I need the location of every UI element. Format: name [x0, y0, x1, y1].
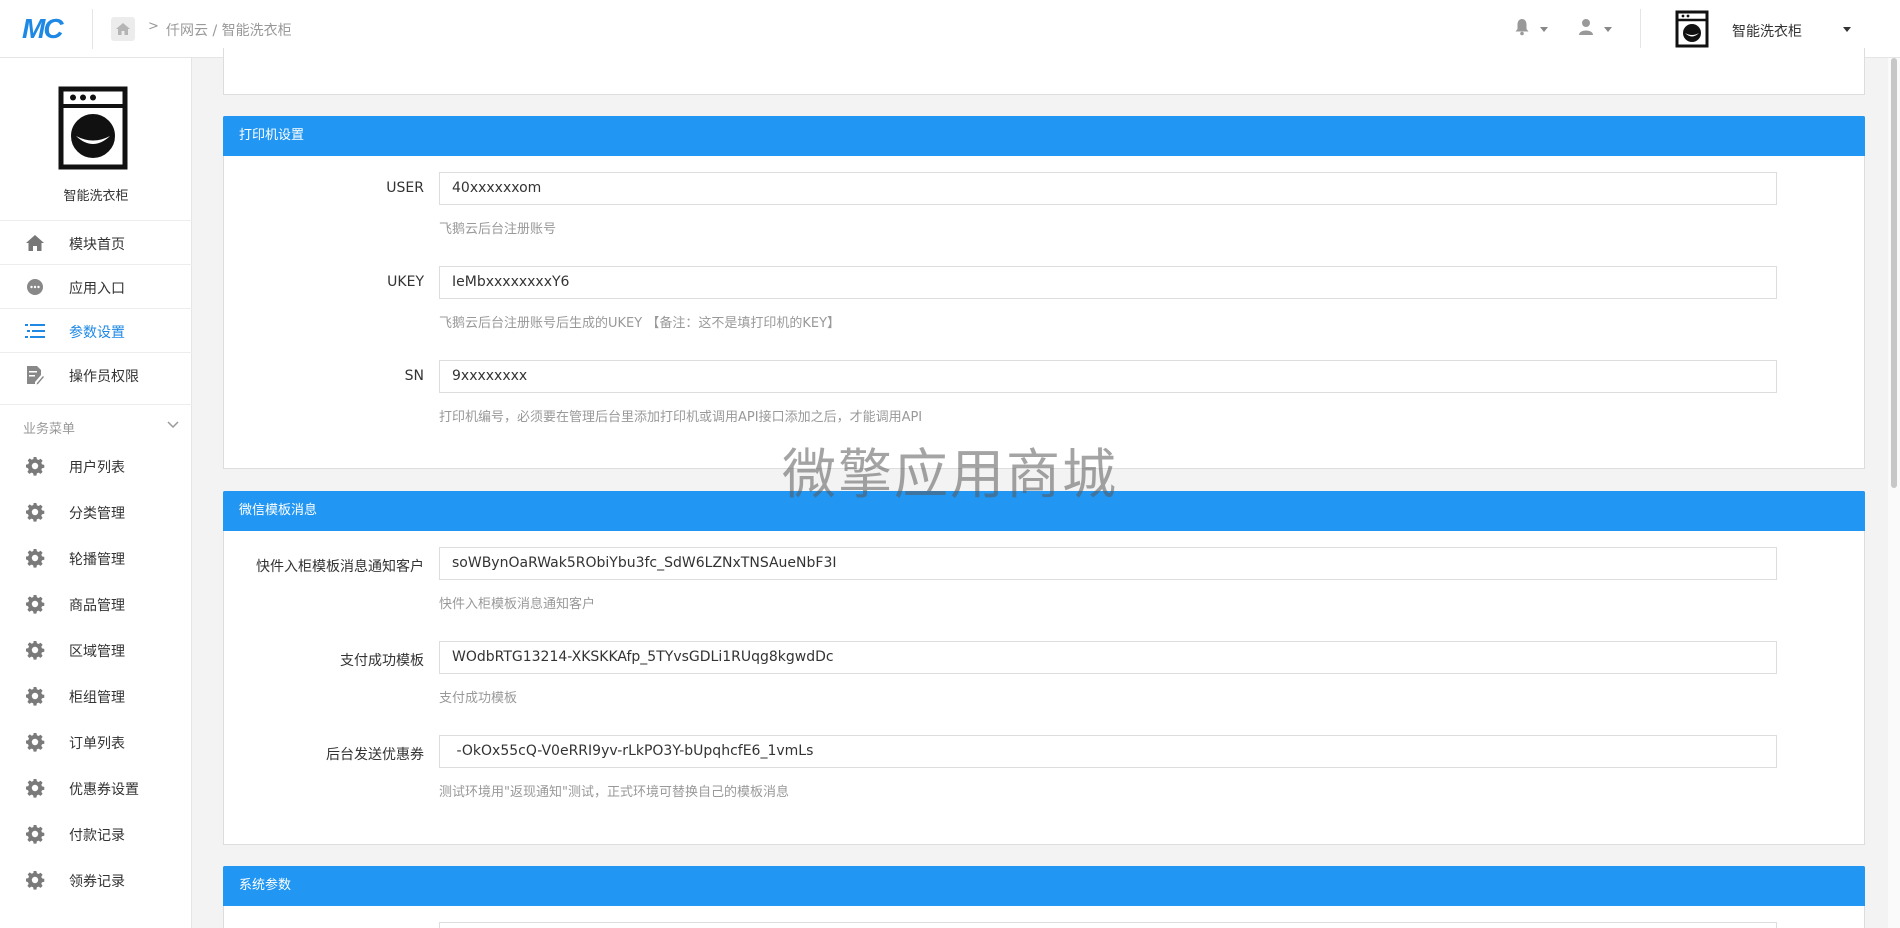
sidebar-item-products[interactable]: 商品管理 — [0, 582, 192, 626]
user-menu-button[interactable] — [1578, 18, 1612, 40]
home-icon — [116, 23, 130, 35]
notify-help: 快件入柜模板消息通知客户 — [439, 597, 596, 612]
chat-icon — [25, 277, 45, 297]
home-icon — [25, 233, 45, 253]
sidebar-item-cabinet-groups[interactable]: 柜组管理 — [0, 674, 192, 718]
sidebar-item-categories[interactable]: 分类管理 — [0, 490, 192, 534]
edit-icon — [25, 365, 45, 385]
sn-label: SN — [404, 368, 424, 384]
divider — [1640, 9, 1641, 49]
business-menu-group[interactable]: 业务菜单 — [0, 404, 192, 444]
system-first-input[interactable] — [439, 922, 1777, 928]
gear-icon — [25, 870, 45, 890]
notify-template-input[interactable]: soWBynOaRWak5RObiYbu3fc_SdW6LZNxTNSAueNb… — [439, 547, 1777, 580]
list-icon — [25, 321, 45, 341]
app-name[interactable]: 智能洗衣柜 — [1732, 21, 1802, 41]
system-params-header: 系统参数 — [223, 866, 1865, 906]
bell-icon — [1515, 19, 1529, 36]
gear-icon — [25, 732, 45, 752]
chevron-right-icon: > — [148, 19, 159, 34]
gear-icon — [25, 456, 45, 476]
coupon-label: 后台发送优惠券 — [326, 747, 424, 763]
user-icon — [1579, 19, 1593, 35]
caret-down-icon — [1540, 27, 1548, 32]
scrollbar-thumb[interactable] — [1891, 58, 1897, 488]
printer-settings-header: 打印机设置 — [223, 116, 1865, 156]
sidebar-item-coupon-records[interactable]: 领券记录 — [0, 858, 192, 902]
ukey-input[interactable]: IeMbxxxxxxxxY6 — [439, 266, 1777, 299]
pay-label: 支付成功模板 — [340, 653, 424, 669]
gear-icon — [25, 502, 45, 522]
page-scrollbar[interactable] — [1888, 58, 1900, 928]
sidebar-item-users[interactable]: 用户列表 — [0, 444, 192, 488]
gear-icon — [25, 824, 45, 844]
home-button[interactable] — [111, 17, 135, 41]
sidebar-item-home[interactable]: 模块首页 — [0, 220, 192, 264]
gear-icon — [25, 594, 45, 614]
sidebar-item-coupon-settings[interactable]: 优惠券设置 — [0, 766, 192, 810]
gear-icon — [25, 548, 45, 568]
divider — [92, 9, 93, 49]
ukey-help: 飞鹅云后台注册账号后生成的UKEY 【备注：这不是填打印机的KEY】 — [439, 316, 841, 331]
washer-logo — [58, 86, 128, 174]
pay-help: 支付成功模板 — [439, 691, 518, 706]
pay-template-input[interactable]: WOdbRTG13214-XKSKKAfp_5TYvsGDLi1RUqg8kgw… — [439, 641, 1777, 674]
sidebar-item-payment-records[interactable]: 付款记录 — [0, 812, 192, 856]
coupon-help: 测试环境用"返现通知"测试，正式环境可替换自己的模板消息 — [439, 785, 789, 800]
gear-icon — [25, 686, 45, 706]
caret-down-icon[interactable] — [1843, 27, 1851, 32]
user-help: 飞鹅云后台注册账号 — [439, 222, 557, 237]
watermark: 微擎应用商城 — [782, 443, 1118, 506]
sidebar-item-settings[interactable]: 参数设置 — [0, 308, 192, 352]
gear-icon — [25, 778, 45, 798]
brand-logo[interactable]: MC — [22, 14, 64, 44]
washer-app-icon[interactable] — [1674, 10, 1710, 52]
sn-input[interactable]: 9xxxxxxxx — [439, 360, 1777, 393]
coupon-template-input[interactable]: -OkOx55cQ-V0eRRI9yv-rLkPO3Y-bUpqhcfE6_1v… — [439, 735, 1777, 768]
caret-down-icon — [1604, 27, 1612, 32]
previous-panel — [223, 48, 1865, 95]
notify-label: 快件入柜模板消息通知客户 — [256, 559, 424, 575]
gear-icon — [25, 640, 45, 660]
breadcrumb[interactable]: 仟网云 / 智能洗衣柜 — [166, 20, 292, 40]
chevron-down-icon — [167, 421, 179, 429]
user-input[interactable]: 40xxxxxxom — [439, 172, 1777, 205]
sn-help: 打印机编号，必须要在管理后台里添加打印机或调用API接口添加之后，才能调用API — [439, 410, 923, 425]
ukey-label: UKEY — [387, 274, 424, 290]
user-label: USER — [386, 180, 424, 196]
notification-button[interactable] — [1514, 18, 1548, 40]
